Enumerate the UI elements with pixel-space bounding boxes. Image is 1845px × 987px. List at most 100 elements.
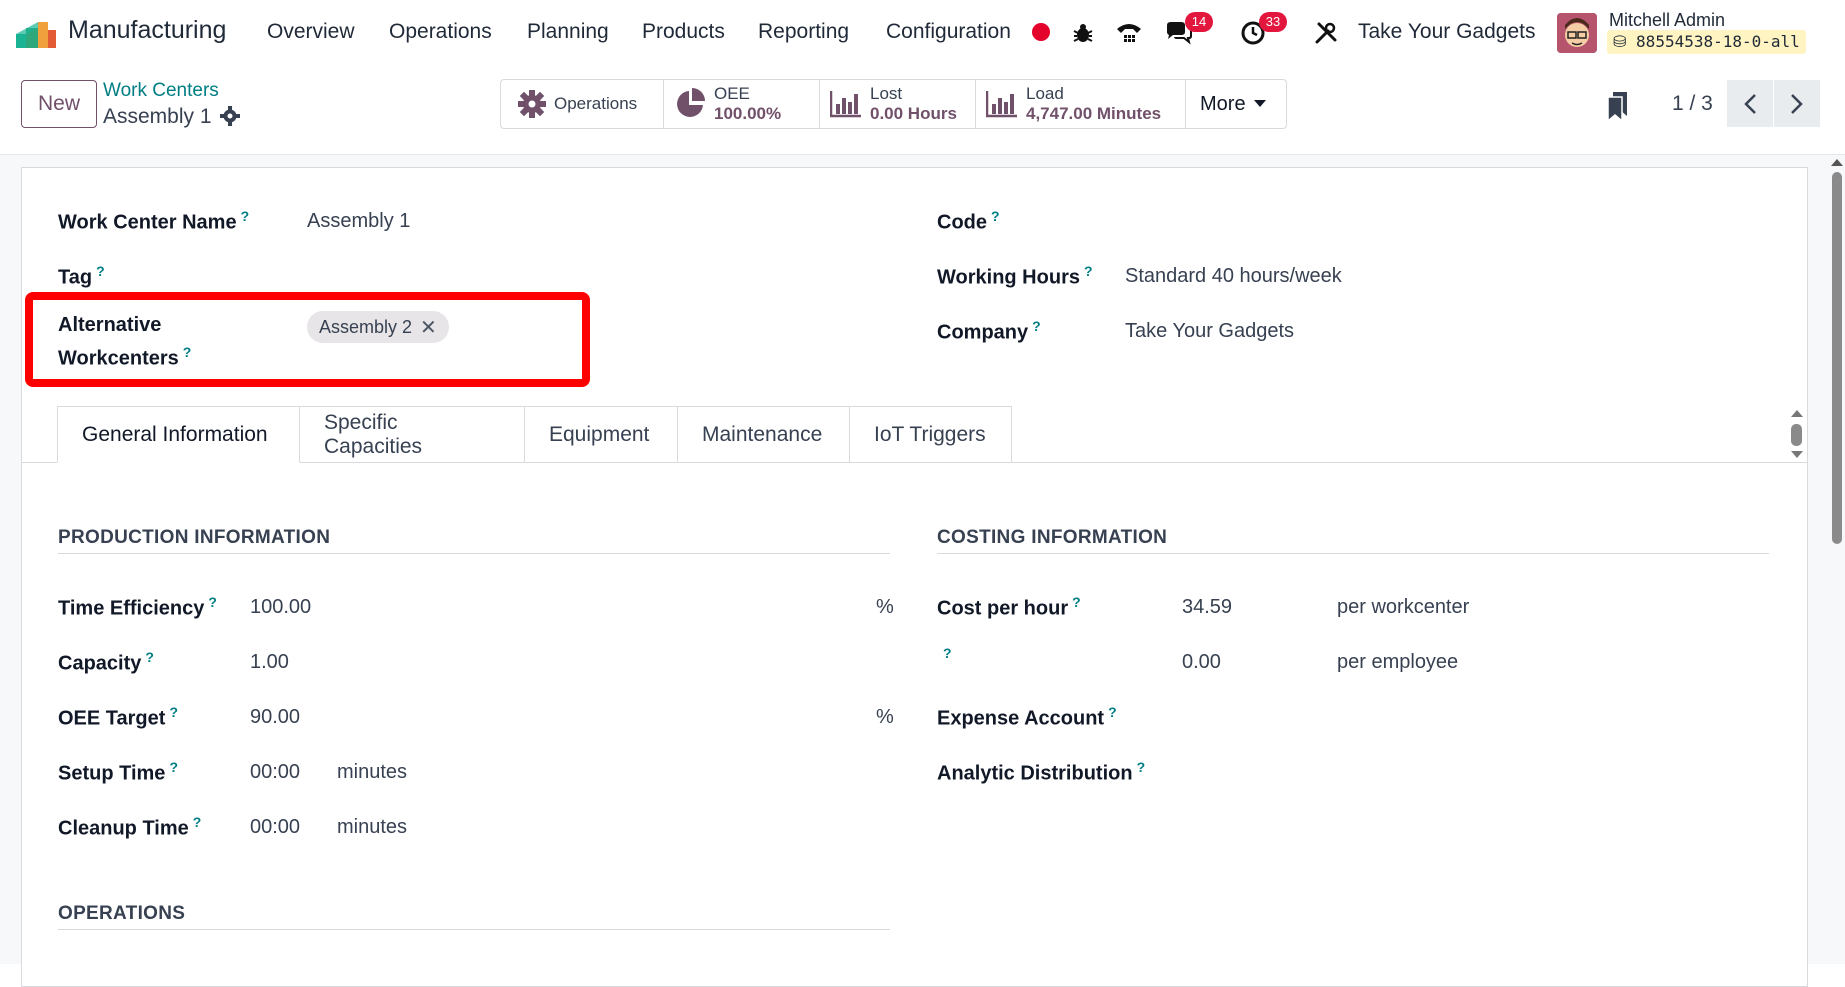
top-navbar: Manufacturing Overview Operations Planni…: [0, 0, 1845, 66]
help-tooltip-icon[interactable]: ?: [169, 704, 178, 720]
operations-gear-icon: [518, 90, 546, 118]
debug-bug-icon[interactable]: [1066, 16, 1100, 50]
help-tooltip-icon[interactable]: ?: [145, 649, 154, 665]
expense-account-label: Expense Account?: [937, 704, 1117, 730]
help-tooltip-icon[interactable]: ?: [1084, 263, 1093, 279]
pie-chart-icon: [677, 88, 705, 117]
tabs-scroll-up-icon[interactable]: [1791, 410, 1803, 417]
time-efficiency-field[interactable]: 100.00: [250, 596, 311, 619]
help-tooltip-icon[interactable]: ?: [991, 208, 1000, 224]
section-divider: [58, 553, 890, 554]
app-name[interactable]: Manufacturing: [68, 16, 226, 45]
oee-target-field[interactable]: 90.00: [250, 706, 300, 729]
notebook-tabs: General Information Specific Capacities …: [57, 406, 1012, 463]
more-smart-button[interactable]: More: [1186, 80, 1286, 128]
company-switcher[interactable]: Take Your Gadgets: [1358, 20, 1535, 44]
company-label: Company?: [937, 318, 1041, 344]
time-efficiency-label: Time Efficiency?: [58, 594, 217, 620]
help-tooltip-icon[interactable]: ?: [96, 263, 105, 279]
menu-planning[interactable]: Planning: [527, 20, 609, 44]
help-tooltip-icon[interactable]: ?: [1137, 759, 1146, 775]
caret-down-icon: [1253, 100, 1266, 107]
more-label: More: [1200, 92, 1246, 115]
help-tooltip-icon[interactable]: ?: [208, 594, 217, 610]
setup-time-label: Setup Time?: [58, 759, 178, 785]
company-field[interactable]: Take Your Gadgets: [1125, 320, 1294, 343]
new-button[interactable]: New: [21, 80, 97, 128]
capacity-field[interactable]: 1.00: [250, 651, 289, 674]
manufacturing-app-icon[interactable]: [16, 18, 56, 48]
tag-label: Tag?: [58, 263, 105, 289]
menu-reporting[interactable]: Reporting: [758, 20, 849, 44]
form-sheet: [21, 167, 1808, 987]
menu-operations[interactable]: Operations: [389, 20, 492, 44]
menu-configuration[interactable]: Configuration: [886, 20, 1011, 44]
smart-buttons: Operations OEE 100.00% Lost 0.00 Hours L…: [500, 79, 1287, 129]
pager-previous-button[interactable]: [1727, 80, 1773, 127]
setup-time-field[interactable]: 00:00: [250, 761, 300, 784]
work-center-name-field[interactable]: Assembly 1: [307, 210, 410, 233]
database-label: 88554538-18-0-all: [1636, 32, 1800, 51]
percent-unit: %: [876, 706, 894, 728]
help-tooltip-icon[interactable]: ?: [193, 814, 202, 830]
help-tooltip-icon[interactable]: ?: [1072, 594, 1081, 610]
tab-equipment[interactable]: Equipment: [525, 406, 678, 463]
record-actions-gear-icon[interactable]: [220, 106, 240, 126]
tab-general-information[interactable]: General Information: [57, 406, 300, 463]
user-avatar[interactable]: [1557, 13, 1597, 53]
capacity-label: Capacity?: [58, 649, 154, 675]
working-hours-label: Working Hours?: [937, 263, 1093, 289]
employee-cost-field[interactable]: 0.00: [1182, 651, 1221, 674]
activities-count-badge: 33: [1259, 12, 1287, 32]
tab-iot-triggers[interactable]: IoT Triggers: [850, 406, 1012, 463]
phone-icon[interactable]: [1112, 16, 1146, 50]
lost-label: Lost: [870, 84, 903, 103]
cleanup-time-field[interactable]: 00:00: [250, 816, 300, 839]
page-scrollbar-thumb[interactable]: [1832, 172, 1842, 544]
lost-smart-button[interactable]: Lost 0.00 Hours: [820, 80, 976, 128]
analytic-distribution-label: Analytic Distribution?: [937, 759, 1146, 785]
tab-maintenance[interactable]: Maintenance: [678, 406, 850, 463]
operations-label: Operations: [554, 94, 638, 113]
cost-per-hour-label: Cost per hour?: [937, 594, 1081, 620]
work-center-name-label: Work Center Name?: [58, 208, 250, 234]
help-tooltip-icon[interactable]: ?: [169, 759, 178, 775]
help-tooltip-icon[interactable]: ?: [1108, 704, 1117, 720]
help-tooltip-icon[interactable]: ?: [943, 645, 952, 661]
load-value: 4,747.00 Minutes: [1026, 104, 1162, 123]
production-information-title: PRODUCTION INFORMATION: [58, 527, 331, 548]
working-hours-field[interactable]: Standard 40 hours/week: [1125, 265, 1342, 288]
user-name[interactable]: Mitchell Admin: [1609, 10, 1725, 31]
oee-value: 100.00%: [714, 104, 782, 123]
tab-specific-capacities[interactable]: Specific Capacities: [300, 406, 525, 463]
oee-label: OEE: [714, 84, 750, 103]
load-smart-button[interactable]: Load 4,747.00 Minutes: [976, 80, 1186, 128]
operations-smart-button[interactable]: Operations: [501, 80, 664, 128]
settings-tools-icon[interactable]: [1309, 16, 1343, 50]
breadcrumb-work-centers[interactable]: Work Centers: [103, 80, 219, 102]
operations-section-title: OPERATIONS: [58, 903, 186, 924]
oee-smart-button[interactable]: OEE 100.00%: [664, 80, 820, 128]
costing-information-title: COSTING INFORMATION: [937, 527, 1168, 548]
help-tooltip-icon[interactable]: ?: [241, 208, 250, 224]
menu-products[interactable]: Products: [642, 20, 725, 44]
page-scroll-up-icon[interactable]: [1831, 159, 1843, 166]
cleanup-time-label: Cleanup Time?: [58, 814, 202, 840]
annotation-highlight-box: [25, 292, 590, 387]
breadcrumb-current: Assembly 1: [103, 105, 212, 128]
menu-overview[interactable]: Overview: [267, 20, 355, 44]
recording-indicator-icon[interactable]: [1032, 23, 1050, 41]
tabs-scrollbar-thumb[interactable]: [1791, 424, 1802, 446]
pager-value[interactable]: 1 / 3: [1672, 92, 1713, 116]
tabs-scroll-down-icon[interactable]: [1791, 451, 1803, 458]
cost-per-hour-field[interactable]: 34.59: [1182, 596, 1232, 619]
pager-next-button[interactable]: [1774, 80, 1820, 127]
per-workcenter-unit: per workcenter: [1337, 596, 1470, 618]
minutes-unit: minutes: [337, 761, 408, 783]
help-tooltip-icon[interactable]: ?: [1032, 318, 1041, 334]
lost-value: 0.00 Hours: [870, 104, 957, 123]
chevron-right-icon: [1791, 93, 1803, 114]
bookmark-icon[interactable]: [1605, 90, 1631, 122]
oee-target-label: OEE Target?: [58, 704, 178, 730]
per-employee-unit: per employee: [1337, 651, 1459, 673]
